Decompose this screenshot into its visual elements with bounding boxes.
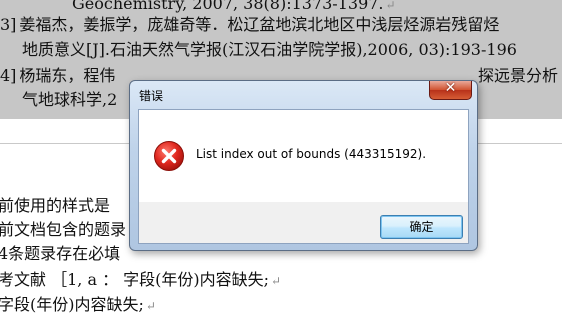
paragraph-mark: ↵: [271, 274, 282, 288]
dialog-title: 错误: [139, 89, 164, 103]
body-line: 4条题录存在必填: [0, 244, 120, 264]
body-line: 前文档包含的题录: [0, 220, 126, 240]
dialog-content: List index out of bounds (443315192). 确定: [138, 109, 469, 244]
error-message: List index out of bounds (443315192).: [196, 147, 427, 161]
error-icon: [154, 141, 184, 171]
reference-number: 4]: [0, 66, 17, 85]
reference-text: 杨瑞东，程伟: [19, 66, 116, 85]
ok-button[interactable]: 确定: [380, 215, 463, 239]
close-button[interactable]: ✕: [429, 80, 472, 100]
body-text: 考文献 ［1, a ： 字段(年份)内容缺失;: [0, 270, 270, 289]
reference-text: 探远景分析: [478, 66, 559, 85]
body-line: 前使用的样式是: [0, 196, 110, 216]
reference-text: 姜福杰，姜振学，庞雄奇等．松辽盆地滨北地区中浅层烃源岩残留烃: [19, 15, 500, 34]
paragraph-mark: ↵: [145, 299, 156, 313]
reference-line: 地质意义[J].石油天然气学报(江汉石油学院学报),2006, 03):193-…: [22, 40, 517, 60]
reference-line: 3] 姜福杰，姜振学，庞雄奇等．松辽盆地滨北地区中浅层烃源岩残留烃: [0, 15, 499, 35]
body-text: 前文档包含的题录: [0, 220, 127, 239]
body-text: 字段(年份)内容缺失;: [0, 295, 144, 314]
reference-text: Geochemistry, 2007, 38(8):1373-1397.: [72, 0, 384, 13]
reference-text: 地质意义[J].石油天然气学报(江汉石油学院学报),2006, 03):193-…: [22, 40, 517, 59]
reference-text: 气地球科学,2: [22, 90, 118, 109]
body-line: 字段(年份)内容缺失; ↵: [0, 295, 156, 316]
body-line: 考文献 ［1, a ： 字段(年份)内容缺失; ↵: [0, 270, 281, 291]
reference-line: 4] 杨瑞东，程伟: [0, 66, 115, 86]
reference-line-tail: 探远景分析: [478, 66, 558, 86]
close-icon: ✕: [444, 80, 457, 96]
reference-number: 3]: [0, 15, 17, 34]
paragraph-mark: ↵: [385, 0, 396, 12]
reference-line: Geochemistry, 2007, 38(8):1373-1397. ↵: [72, 0, 396, 15]
error-dialog: 错误 ✕ List index out of bounds (443315192…: [129, 80, 478, 251]
body-text: 4条题录存在必填: [0, 244, 121, 263]
body-text: 前使用的样式是: [0, 196, 111, 215]
reference-line: 气地球科学,2: [22, 90, 117, 110]
